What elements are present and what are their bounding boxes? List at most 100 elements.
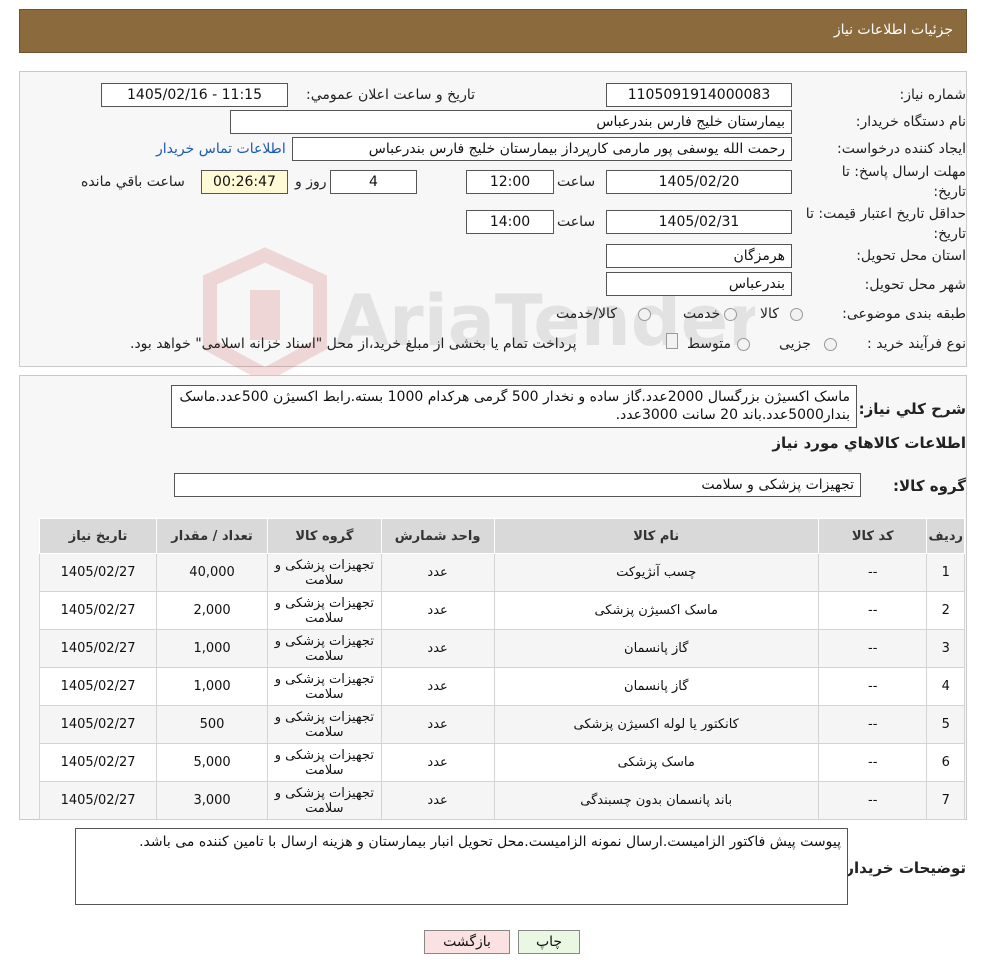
cell-unit: عدد — [380, 781, 495, 820]
price-validity-label: حداقل تاريخ اعتبار قيمت: تا — [805, 206, 966, 222]
cell-row: 1 — [926, 553, 965, 592]
cell-unit: عدد — [380, 553, 495, 592]
col-date: تاریخ نیاز — [38, 518, 158, 554]
cell-code: -- — [817, 667, 928, 706]
print-button[interactable]: چاپ — [518, 930, 580, 954]
reply-time-label: ساعت — [557, 174, 596, 190]
table-row: 2 -- ماسک اکسیژن پزشکی عدد تجهیزات پزشکی و س… — [38, 591, 965, 630]
buyer-notes-label: توضيحات خريدار: — [839, 859, 966, 877]
cell-unit: عدد — [380, 629, 495, 668]
cell-qty: 5,000 — [156, 743, 269, 782]
col-unit: واحد شمارش — [380, 518, 495, 554]
table-row: 6 -- ماسک پزشکی عدد تجهیزات پزشکی و سلامت 5,0… — [38, 743, 965, 782]
cell-row: 4 — [926, 667, 965, 706]
province-label: استان محل تحويل: — [856, 248, 966, 264]
purchase-type-label: نوع فرآیند خرید : — [867, 336, 966, 352]
cell-group: تجهیزات پزشکی و سلامت — [267, 553, 382, 592]
goods-group-field: تجهیزات پزشکی و سلامت — [174, 473, 861, 497]
table-row: 1 -- چسب آنژیوکت عدد تجهیزات پزشکی و سلامت 40… — [38, 553, 965, 592]
cell-group: تجهیزات پزشکی و سلامت — [267, 629, 382, 668]
purchase-minor-label: جزیی — [779, 336, 811, 352]
cell-date: 1405/02/27 — [38, 743, 158, 782]
cell-row: 3 — [926, 629, 965, 668]
table-row: 5 -- کانکتور یا لوله اکسیژن پزشکی عدد تجهیزا… — [38, 705, 965, 744]
reply-deadline-date: 1405/02/20 — [606, 170, 792, 194]
cell-date: 1405/02/27 — [38, 591, 158, 630]
category-label: طبقه بندی موضوعی: — [842, 306, 966, 322]
price-time-label: ساعت — [557, 214, 596, 230]
cell-unit: عدد — [380, 705, 495, 744]
cell-qty: 1,000 — [156, 667, 269, 706]
category-goods-label: کالا — [760, 306, 779, 322]
cell-group: تجهیزات پزشکی و سلامت — [267, 667, 382, 706]
cell-date: 1405/02/27 — [38, 553, 158, 592]
treasury-note: پرداخت تمام یا بخشی از مبلغ خرید،از محل … — [130, 336, 577, 352]
page-header: جزئیات اطلاعات نیاز — [19, 9, 967, 53]
need-number-label: شماره نیاز: — [899, 87, 967, 103]
cell-row: 2 — [926, 591, 965, 630]
cell-group: تجهیزات پزشکی و سلامت — [267, 743, 382, 782]
cell-row: 7 — [926, 781, 965, 820]
reply-deadline-label: مهلت ارسال پاسخ: تا — [841, 164, 966, 180]
col-name: نام کالا — [493, 518, 819, 554]
category-service-radio[interactable] — [724, 308, 737, 321]
table-row: 4 -- گاز پانسمان عدد تجهیزات پزشکی و سلامت 1,… — [38, 667, 965, 706]
cell-code: -- — [817, 705, 928, 744]
purchase-medium-label: متوسط — [687, 336, 731, 352]
cell-code: -- — [817, 781, 928, 820]
cell-qty: 3,000 — [156, 781, 269, 820]
cell-name: چسب آنژیوکت — [493, 553, 819, 592]
buyer-contact-link[interactable]: اطلاعات تماس خريدار — [156, 141, 286, 157]
cell-row: 5 — [926, 705, 965, 744]
goods-group-label: گروه کالا: — [893, 477, 966, 495]
announce-date-field: 1405/02/16 - 11:15 — [101, 83, 288, 107]
description-textarea[interactable]: ماسک اکسیژن بزرگسال 2000عدد.گاز ساده و ن… — [171, 385, 857, 428]
remaining-label: ساعت باقي مانده — [81, 174, 185, 190]
buyer-notes-textarea[interactable]: پیوست پیش فاکتور الزامیست.ارسال نمونه ال… — [75, 828, 848, 905]
cell-code: -- — [817, 553, 928, 592]
cell-name: ماسک اکسیژن پزشکی — [493, 591, 819, 630]
cell-date: 1405/02/27 — [38, 667, 158, 706]
cell-unit: عدد — [380, 743, 495, 782]
items-table: رديف کد کالا نام کالا واحد شمارش گروه کا… — [38, 518, 965, 820]
category-both-label: کالا/خدمت — [556, 306, 617, 322]
table-header-row: رديف کد کالا نام کالا واحد شمارش گروه کا… — [38, 518, 965, 554]
need-number-field: 1105091914000083 — [606, 83, 792, 107]
reply-deadline-time: 12:00 — [466, 170, 554, 194]
cell-name: کانکتور یا لوله اکسیژن پزشکی — [493, 705, 819, 744]
cell-unit: عدد — [380, 591, 495, 630]
goods-info-title: اطلاعات کالاهاي مورد نياز — [772, 434, 966, 452]
announce-date-label: تاریخ و ساعت اعلان عمومي: — [306, 87, 475, 103]
purchase-minor-radio[interactable] — [824, 338, 837, 351]
col-group: گروه کالا — [267, 518, 382, 554]
treasury-checkbox[interactable] — [666, 333, 678, 349]
cell-qty: 500 — [156, 705, 269, 744]
category-goods-radio[interactable] — [790, 308, 803, 321]
category-service-label: خدمت — [683, 306, 721, 322]
cell-code: -- — [817, 591, 928, 630]
cell-qty: 40,000 — [156, 553, 269, 592]
city-label: شهر محل تحويل: — [864, 277, 966, 293]
days-label: روز و — [295, 174, 327, 190]
description-label: شرح کلي نياز: — [858, 400, 966, 418]
table-row: 3 -- گاز پانسمان عدد تجهیزات پزشکی و سلامت 1,… — [38, 629, 965, 668]
cell-date: 1405/02/27 — [38, 629, 158, 668]
cell-name: باند پانسمان بدون چسبندگی — [493, 781, 819, 820]
cell-date: 1405/02/27 — [38, 705, 158, 744]
back-button[interactable]: بازگشت — [424, 930, 510, 954]
price-validity-label-2: تاريخ: — [933, 226, 966, 242]
col-qty: تعداد / مقدار — [156, 518, 269, 554]
reply-days-field: 4 — [330, 170, 417, 194]
cell-name: گاز پانسمان — [493, 667, 819, 706]
col-code: کد کالا — [817, 518, 928, 554]
province-field: هرمزگان — [606, 244, 792, 268]
purchase-medium-radio[interactable] — [737, 338, 750, 351]
cell-qty: 2,000 — [156, 591, 269, 630]
category-both-radio[interactable] — [638, 308, 651, 321]
cell-code: -- — [817, 629, 928, 668]
requester-field: رحمت الله یوسفی پور مارمی کارپرداز بیمار… — [292, 137, 792, 161]
price-validity-date: 1405/02/31 — [606, 210, 792, 234]
cell-group: تجهیزات پزشکی و سلامت — [267, 705, 382, 744]
cell-group: تجهیزات پزشکی و سلامت — [267, 781, 382, 820]
page-title: جزئیات اطلاعات نیاز — [833, 22, 953, 38]
